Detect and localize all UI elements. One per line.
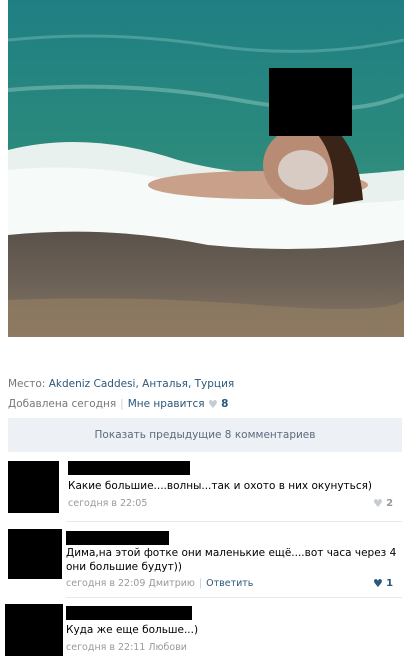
place-label: Место: [8,378,46,390]
comment-divider [66,597,402,598]
comment-time[interactable]: сегодня в 22:11 Любови [66,642,187,653]
post-actions: Добавлена сегодня | Мне нравится ♥ 8 [8,397,228,412]
show-previous-comments-button[interactable]: Показать предыдущие 8 комментариев [8,418,402,452]
avatar[interactable] [5,604,63,656]
post-like-button[interactable]: ♥ 8 [207,398,229,411]
comment-like-button[interactable]: ♥ 2 [373,497,393,510]
like-link[interactable]: Мне нравится [128,398,205,410]
avatar[interactable] [8,461,59,513]
avatar[interactable] [8,529,62,579]
reply-link[interactable]: Ответить [206,578,253,589]
heart-icon: ♥ [373,497,383,510]
comment-time[interactable]: сегодня в 22:09 Дмитрию [66,578,195,589]
comment-like-button[interactable]: ♥ 1 [373,577,393,590]
comment-item: Куда же еще больше...) сегодня в 22:11 Л… [0,600,404,656]
comment-text: Дима,на этой фотке они маленькие ещё....… [66,547,397,573]
post-photo[interactable] [8,0,404,337]
comment-time[interactable]: сегодня в 22:05 [68,498,147,509]
divider: | [198,578,203,589]
divider: | [120,398,124,410]
comment-item: Какие большие....волны...так и охото в н… [0,455,404,520]
heart-icon: ♥ [207,398,218,411]
author-name-redacted[interactable] [66,606,192,620]
place-line: Место: Akdeniz Caddesi, Анталья, Турция [8,377,234,391]
redaction-box [269,68,352,136]
comment-item: Дима,на этой фотке они маленькие ещё....… [0,524,404,596]
author-name-redacted[interactable] [68,461,190,475]
place-link[interactable]: Akdeniz Caddesi, Анталья, Турция [49,378,235,390]
like-count: 8 [221,398,229,410]
comment-divider [66,521,402,522]
added-date: Добавлена сегодня [8,398,117,410]
comment-info: сегодня в 22:09 Дмитрию | Ответить [66,578,253,589]
author-name-redacted[interactable] [66,531,169,545]
beach-photo-image [8,0,404,337]
comment-text: Куда же еще больше...) [66,624,199,636]
comment-like-count: 1 [386,578,394,589]
comment-like-count: 2 [386,498,394,509]
heart-icon: ♥ [373,577,383,590]
comment-text: Какие большие....волны...так и охото в н… [68,480,373,492]
